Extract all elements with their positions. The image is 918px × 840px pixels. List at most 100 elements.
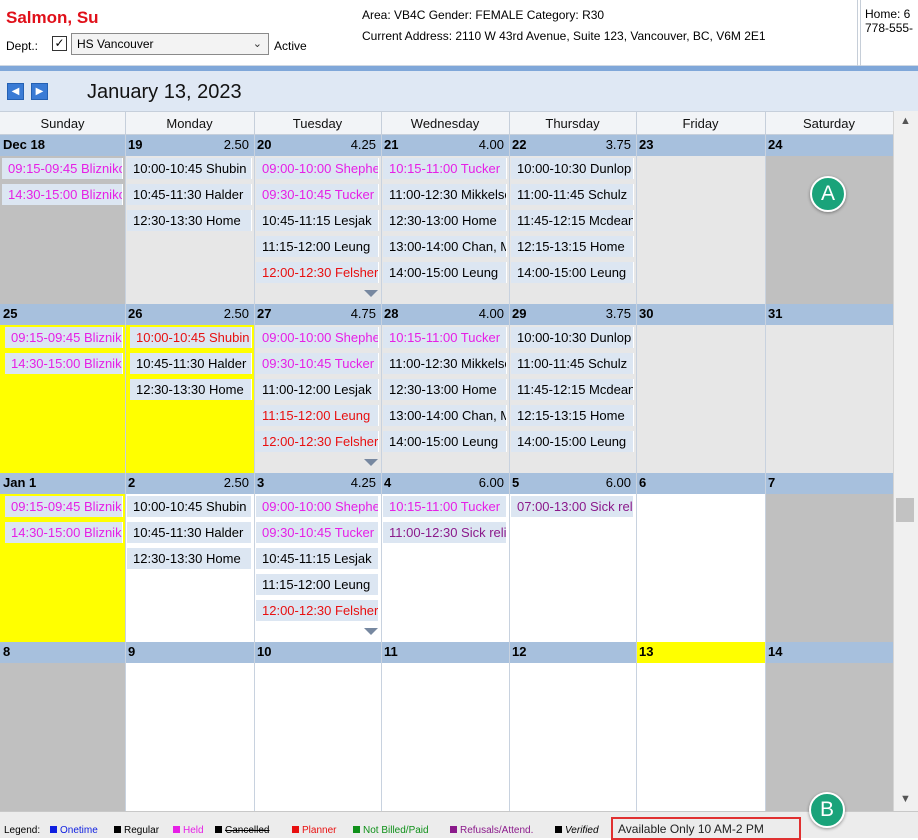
appointment-item[interactable]: 12:30-13:00 Home (383, 210, 507, 231)
appointment-item[interactable]: 11:00-12:30 Mikkelsen (383, 353, 507, 374)
day-cell[interactable] (0, 663, 125, 811)
appointment-item[interactable]: 11:00-12:00 Lesjak (256, 379, 379, 400)
day-cell[interactable] (636, 156, 765, 304)
day-cell[interactable] (765, 494, 893, 642)
more-appointments-icon[interactable] (363, 290, 378, 297)
dept-select[interactable]: HS Vancouver ⌄ (71, 33, 269, 55)
dept-checkbox[interactable]: ✓ (52, 36, 67, 51)
day-number-bar[interactable]: 8 (0, 642, 125, 663)
more-appointments-icon[interactable] (363, 459, 378, 466)
day-number-bar[interactable]: 7 (765, 473, 893, 494)
appointment-item[interactable]: 11:00-12:30 Sick relief (383, 522, 507, 543)
day-number-bar[interactable]: 4 6.00 (381, 473, 509, 494)
appointment-item[interactable]: 10:00-10:45 Shubin (127, 496, 252, 517)
appointment-item[interactable]: 10:00-10:30 Dunlop (511, 327, 634, 348)
appointment-item[interactable]: 09:15-09:45 Bliznikov (2, 496, 123, 517)
scroll-up-icon[interactable]: ▲ (900, 115, 911, 127)
appointment-item[interactable]: 14:30-15:00 Bliznikov (2, 184, 123, 205)
appointment-item[interactable]: 12:00-12:30 Felsher (256, 600, 379, 621)
day-number-bar[interactable]: 10 (254, 642, 381, 663)
day-cell[interactable] (765, 663, 893, 811)
appointment-item[interactable]: 10:45-11:30 Halder (127, 184, 252, 205)
day-number-bar[interactable]: 31 (765, 304, 893, 325)
day-number-bar[interactable]: 25 (0, 304, 125, 325)
day-number-bar[interactable]: 24 (765, 135, 893, 156)
appointment-item[interactable]: 09:30-10:45 Tucker (256, 522, 379, 543)
day-cell[interactable] (636, 494, 765, 642)
day-number-bar[interactable]: 11 (381, 642, 509, 663)
day-number-bar[interactable]: 27 4.75 (254, 304, 381, 325)
vertical-scrollbar[interactable]: ▲ ▼ (893, 111, 918, 811)
appointment-item[interactable]: 10:45-11:30 Halder (127, 353, 252, 374)
day-number-bar[interactable]: Dec 18 (0, 135, 125, 156)
appointment-item[interactable]: 11:00-11:45 Schulz (511, 353, 634, 374)
appointment-item[interactable]: 10:15-11:00 Tucker (383, 158, 507, 179)
day-number-bar[interactable]: 12 (509, 642, 636, 663)
appointment-item[interactable]: 12:00-12:30 Felsher (256, 431, 379, 452)
appointment-item[interactable]: 14:00-15:00 Leung (383, 262, 507, 283)
appointment-item[interactable]: 09:00-10:00 Shepherd (256, 327, 379, 348)
appointment-item[interactable]: 13:00-14:00 Chan, M (383, 236, 507, 257)
appointment-item[interactable]: 11:15-12:00 Leung (256, 405, 379, 426)
appointment-item[interactable]: 10:00-10:45 Shubin (127, 158, 252, 179)
appointment-item[interactable]: 13:00-14:00 Chan, M (383, 405, 507, 426)
appointment-item[interactable]: 10:00-10:30 Dunlop (511, 158, 634, 179)
day-number-bar[interactable]: 9 (125, 642, 254, 663)
day-number-bar[interactable]: 19 2.50 (125, 135, 254, 156)
appointment-item[interactable]: 09:15-09:45 Bliznikov (2, 158, 123, 179)
appointment-item[interactable]: 11:15-12:00 Leung (256, 574, 379, 595)
day-number-bar[interactable]: 2 2.50 (125, 473, 254, 494)
patient-name[interactable]: Salmon, Su (6, 8, 99, 28)
appointment-item[interactable]: 10:45-11:15 Lesjak (256, 548, 379, 569)
day-number-bar[interactable]: 21 4.00 (381, 135, 509, 156)
appointment-item[interactable]: 09:30-10:45 Tucker (256, 184, 379, 205)
more-appointments-icon[interactable] (363, 628, 378, 635)
day-number-bar[interactable]: 5 6.00 (509, 473, 636, 494)
appointment-item[interactable]: 11:45-12:15 Mcdean (511, 210, 634, 231)
day-cell[interactable] (636, 663, 765, 811)
day-cell[interactable] (381, 663, 509, 811)
appointment-item[interactable]: 11:00-12:30 Mikkelsen (383, 184, 507, 205)
day-number-bar[interactable]: 22 3.75 (509, 135, 636, 156)
day-number-bar[interactable]: 26 2.50 (125, 304, 254, 325)
day-cell[interactable] (765, 325, 893, 473)
appointment-item[interactable]: 09:00-10:00 Shepherd (256, 496, 379, 517)
appointment-item[interactable]: 10:45-11:30 Halder (127, 522, 252, 543)
day-number-bar[interactable]: 20 4.25 (254, 135, 381, 156)
appointment-item[interactable]: 09:30-10:45 Tucker (256, 353, 379, 374)
appointment-item[interactable]: 12:00-12:30 Felsher (256, 262, 379, 283)
scroll-thumb[interactable] (896, 498, 914, 522)
availability-note[interactable]: Available Only 10 AM-2 PM (611, 817, 801, 840)
appointment-item[interactable]: 11:00-11:45 Schulz (511, 184, 634, 205)
appointment-item[interactable]: 12:30-13:30 Home (127, 548, 252, 569)
day-number-bar[interactable]: 28 4.00 (381, 304, 509, 325)
day-cell[interactable] (636, 325, 765, 473)
day-cell[interactable] (509, 663, 636, 811)
day-number-bar[interactable]: 29 3.75 (509, 304, 636, 325)
next-month-icon[interactable]: ▶ (31, 83, 48, 100)
scroll-down-icon[interactable]: ▼ (900, 793, 911, 805)
appointment-item[interactable]: 10:00-10:45 Shubin (127, 327, 252, 348)
appointment-item[interactable]: 12:30-13:30 Home (127, 210, 252, 231)
day-number-bar[interactable]: 30 (636, 304, 765, 325)
appointment-item[interactable]: 11:15-12:00 Leung (256, 236, 379, 257)
appointment-item[interactable]: 10:45-11:15 Lesjak (256, 210, 379, 231)
day-cell[interactable] (254, 663, 381, 811)
appointment-item[interactable]: 12:30-13:30 Home (127, 379, 252, 400)
appointment-item[interactable]: 11:45-12:15 Mcdean (511, 379, 634, 400)
appointment-item[interactable]: 07:00-13:00 Sick relief (511, 496, 634, 517)
appointment-item[interactable]: 10:15-11:00 Tucker (383, 496, 507, 517)
day-number-bar[interactable]: 14 (765, 642, 893, 663)
appointment-item[interactable]: 12:15-13:15 Home (511, 405, 634, 426)
appointment-item[interactable]: 12:30-13:00 Home (383, 379, 507, 400)
appointment-item[interactable]: 14:30-15:00 Bliznikov (2, 353, 123, 374)
appointment-item[interactable]: 14:00-15:00 Leung (511, 262, 634, 283)
appointment-item[interactable]: 12:15-13:15 Home (511, 236, 634, 257)
day-number-bar[interactable]: 23 (636, 135, 765, 156)
day-cell[interactable] (125, 663, 254, 811)
appointment-item[interactable]: 10:15-11:00 Tucker (383, 327, 507, 348)
day-number-bar[interactable]: 13 (636, 642, 765, 663)
day-number-bar[interactable]: 6 (636, 473, 765, 494)
day-number-bar[interactable]: 3 4.25 (254, 473, 381, 494)
appointment-item[interactable]: 14:00-15:00 Leung (511, 431, 634, 452)
